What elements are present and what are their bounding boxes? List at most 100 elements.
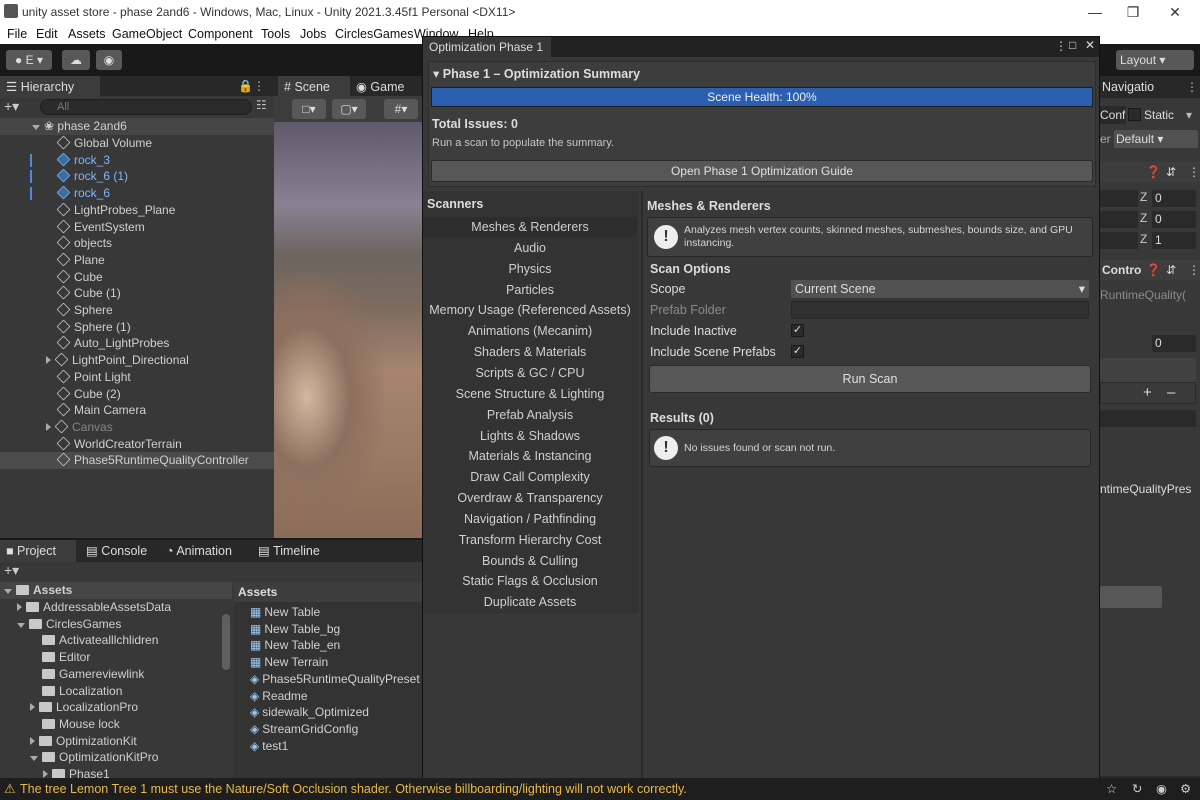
hierarchy-item[interactable]: rock_3 bbox=[0, 152, 274, 169]
expand-arrow-icon[interactable] bbox=[17, 622, 25, 628]
asset-item[interactable]: ▦ New Table_en bbox=[234, 637, 422, 654]
tab-optimization[interactable]: Optimization Phase 1 bbox=[423, 37, 551, 57]
add-item-icon[interactable]: + bbox=[1143, 384, 1152, 401]
status-message[interactable]: The tree Lemon Tree 1 must use the Natur… bbox=[20, 782, 687, 796]
layer-dropdown[interactable]: Default ▾ bbox=[1114, 130, 1198, 148]
preset-icon-2[interactable]: ⇵ bbox=[1166, 263, 1176, 277]
asset-item[interactable]: ▦ New Table bbox=[234, 604, 422, 621]
layout-dropdown[interactable]: Layout ▾ bbox=[1116, 50, 1194, 70]
x-field-0[interactable] bbox=[1100, 190, 1138, 207]
script-field[interactable]: RuntimeQuality( bbox=[1100, 288, 1186, 302]
component-menu-icon-2[interactable]: ⋮ bbox=[1188, 263, 1200, 277]
opt-maximize-icon[interactable]: □ bbox=[1069, 38, 1076, 52]
hierarchy-item[interactable]: LightProbes_Plane bbox=[0, 202, 274, 219]
project-folder-item[interactable]: Localization bbox=[0, 683, 222, 700]
hierarchy-item[interactable]: Main Camera bbox=[0, 402, 274, 419]
add-icon[interactable]: +▾ bbox=[4, 98, 19, 115]
scanner-item[interactable]: Scene Structure & Lighting bbox=[423, 384, 637, 404]
hierarchy-item[interactable]: Global Volume bbox=[0, 135, 274, 152]
project-folder-item[interactable]: AddressableAssetsData bbox=[0, 599, 222, 616]
include-prefabs-checkbox[interactable]: ✓ bbox=[791, 345, 804, 358]
draw-mode-button[interactable]: □▾ bbox=[292, 99, 326, 119]
asset-item[interactable]: ◈ test1 bbox=[234, 738, 422, 755]
remove-item-icon[interactable]: – bbox=[1167, 384, 1175, 401]
menu-jobs[interactable]: Jobs bbox=[300, 27, 326, 41]
z-field-0[interactable]: 0 bbox=[1152, 190, 1196, 207]
tree-scrollbar[interactable] bbox=[222, 614, 230, 670]
asset-item[interactable]: ◈ sidewalk_Optimized bbox=[234, 704, 422, 721]
menu-assets[interactable]: Assets bbox=[68, 27, 106, 41]
hierarchy-item[interactable]: Cube bbox=[0, 269, 274, 286]
scanner-item[interactable]: Physics bbox=[423, 259, 637, 279]
scanner-item[interactable]: Scripts & GC / CPU bbox=[423, 363, 637, 383]
scanner-item[interactable]: Navigation / Pathfinding bbox=[423, 509, 637, 529]
scanner-item[interactable]: Meshes & Renderers bbox=[423, 217, 637, 237]
hierarchy-item[interactable]: Auto_LightProbes bbox=[0, 335, 274, 352]
inspector-button[interactable] bbox=[1100, 586, 1162, 608]
project-folder-item[interactable]: CirclesGames bbox=[0, 616, 222, 633]
more-icon[interactable]: ⋮ bbox=[1186, 80, 1198, 94]
tab-timeline[interactable]: ▤ Timeline bbox=[252, 540, 342, 562]
search-filter-icon[interactable]: ☷ bbox=[256, 98, 267, 112]
z-field-2[interactable]: 1 bbox=[1152, 232, 1196, 249]
hierarchy-search-input[interactable]: All bbox=[40, 99, 252, 115]
run-scan-button[interactable]: Run Scan bbox=[649, 365, 1091, 393]
scanner-item[interactable]: Bounds & Culling bbox=[423, 551, 637, 571]
maximize-icon[interactable]: ❐ bbox=[1113, 2, 1153, 22]
empty-field[interactable] bbox=[1100, 410, 1196, 427]
hierarchy-item[interactable]: Cube (2) bbox=[0, 386, 274, 403]
minimize-icon[interactable]: — bbox=[1075, 2, 1115, 22]
expand-arrow-icon[interactable] bbox=[43, 770, 48, 778]
gizmo-button[interactable]: ▢▾ bbox=[332, 99, 366, 119]
assets-root-row[interactable]: Assets bbox=[0, 582, 232, 599]
asset-item[interactable]: ▦ New Terrain bbox=[234, 654, 422, 671]
include-inactive-checkbox[interactable]: ✓ bbox=[791, 324, 804, 337]
project-folder-item[interactable]: Gamereviewlink bbox=[0, 666, 222, 683]
help-icon[interactable]: ❓ bbox=[1146, 165, 1161, 179]
tab-game[interactable]: ◉ Game bbox=[350, 76, 420, 98]
scanner-item[interactable]: Materials & Instancing bbox=[423, 446, 637, 466]
scope-dropdown[interactable]: Current Scene ▾ bbox=[791, 280, 1089, 298]
hierarchy-item[interactable]: Cube (1) bbox=[0, 285, 274, 302]
hierarchy-item[interactable]: Phase5RuntimeQualityController bbox=[0, 452, 274, 470]
scene-row[interactable]: ❀ phase 2and6 bbox=[0, 118, 274, 135]
asset-item[interactable]: ◈ StreamGridConfig bbox=[234, 721, 422, 738]
scanner-item[interactable]: Particles bbox=[423, 280, 637, 300]
asset-item[interactable]: ◈ Phase5RuntimeQualityPreset bbox=[234, 671, 422, 688]
scanner-item[interactable]: Shaders & Materials bbox=[423, 342, 637, 362]
hierarchy-item[interactable]: WorldCreatorTerrain bbox=[0, 436, 274, 453]
hierarchy-item[interactable]: Canvas bbox=[0, 419, 274, 436]
expand-arrow-icon[interactable] bbox=[46, 422, 51, 431]
hierarchy-item[interactable]: Plane bbox=[0, 252, 274, 269]
project-folder-item[interactable]: OptimizationKit bbox=[0, 733, 222, 750]
menu-circlesgames[interactable]: CirclesGames bbox=[335, 27, 414, 41]
scene-viewport[interactable] bbox=[274, 122, 422, 538]
project-folder-item[interactable]: OptimizationKitPro bbox=[0, 749, 222, 766]
menu-file[interactable]: File bbox=[7, 27, 27, 41]
collab-icon[interactable]: ◉ bbox=[96, 50, 122, 70]
x-field-2[interactable] bbox=[1100, 232, 1138, 249]
expand-arrow-icon[interactable] bbox=[46, 356, 51, 365]
hierarchy-item[interactable]: objects bbox=[0, 235, 274, 252]
opt-more-icon[interactable]: ⋮ bbox=[1055, 39, 1067, 53]
project-folder-item[interactable]: LocalizationPro bbox=[0, 699, 222, 716]
scanner-item[interactable]: Prefab Analysis bbox=[423, 405, 637, 425]
scanner-item[interactable]: Memory Usage (Referenced Assets) bbox=[423, 300, 637, 320]
menu-gameobject[interactable]: GameObject bbox=[112, 27, 182, 41]
debug-icon[interactable]: ☆ bbox=[1106, 781, 1117, 796]
component-name-field[interactable]: Conf bbox=[1100, 106, 1126, 124]
opt-close-icon[interactable]: ✕ bbox=[1085, 38, 1095, 52]
open-guide-button[interactable]: Open Phase 1 Optimization Guide bbox=[431, 160, 1093, 182]
hierarchy-item[interactable]: Point Light bbox=[0, 369, 274, 386]
tab-animation[interactable]: ◔ Animation bbox=[160, 540, 250, 562]
x-field-1[interactable] bbox=[1100, 211, 1138, 228]
grid-snap-button[interactable]: #▾ bbox=[384, 99, 418, 119]
summary-foldout[interactable]: ▾ Phase 1 – Optimization Summary bbox=[433, 66, 640, 81]
expand-arrow-icon[interactable] bbox=[30, 703, 35, 712]
tab-hierarchy[interactable]: ☰ Hierarchy bbox=[0, 76, 100, 98]
project-folder-item[interactable]: Phase1 bbox=[0, 766, 222, 778]
number-field[interactable]: 0 bbox=[1152, 335, 1196, 352]
settings-icon[interactable]: ⚙ bbox=[1180, 781, 1191, 796]
menu-tools[interactable]: Tools bbox=[261, 27, 290, 41]
asset-item[interactable]: ▦ New Table_bg bbox=[234, 621, 422, 638]
